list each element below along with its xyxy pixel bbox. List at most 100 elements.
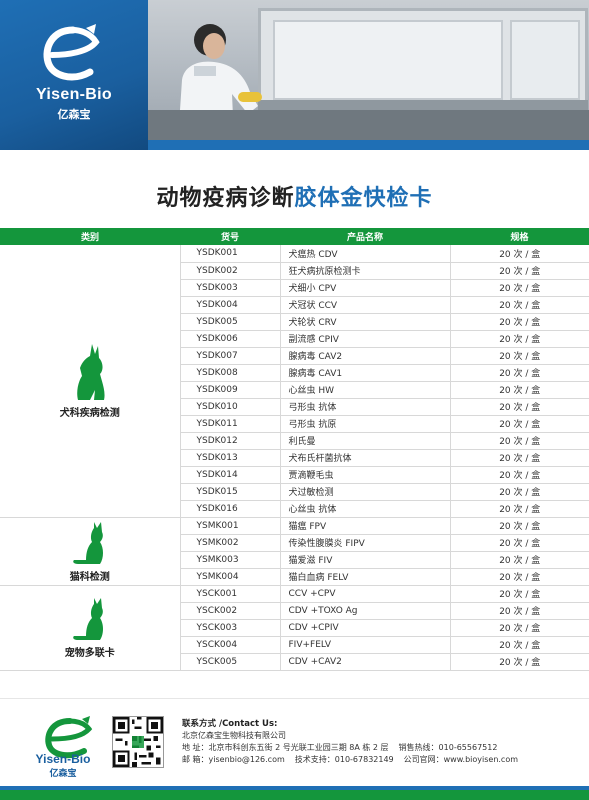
product-code: YSDK016 — [180, 500, 280, 518]
header-code: 货号 — [180, 228, 280, 245]
product-code: YSMK003 — [180, 551, 280, 569]
product-name: 犬细小 CPV — [279, 279, 450, 297]
yisen-logo-icon — [43, 24, 100, 81]
product-name: 猫白血病 FELV — [279, 568, 450, 586]
product-name: 腺病毒 CAV2 — [279, 347, 450, 365]
product-code: YSCK004 — [180, 636, 280, 654]
product-code: YSDK007 — [180, 347, 280, 365]
product-spec: 20 次 / 盒 — [449, 534, 589, 552]
bottom-accent-green — [0, 790, 589, 800]
address-label: 地 址： — [182, 743, 209, 752]
product-name: 心丝虫 抗体 — [279, 500, 450, 518]
table-header-row: 类别 货号 产品名称 规格 — [0, 228, 589, 245]
product-code: YSDK006 — [180, 330, 280, 348]
product-name: 腺病毒 CAV1 — [279, 364, 450, 382]
header: Yisen-Bio 亿森宝 — [0, 0, 589, 150]
cat-icon — [0, 520, 180, 566]
sales-label: 销售热线： — [398, 743, 439, 752]
category-label: 猫科检测 — [69, 571, 110, 583]
product-name: 弓形虫 抗原 — [279, 415, 450, 433]
category-cell: 犬科疾病检测 — [0, 245, 181, 518]
product-code: YSDK012 — [180, 432, 280, 450]
product-spec: 20 次 / 盒 — [449, 313, 589, 331]
website-label: 公司官网： — [403, 755, 444, 764]
support-value: 010-67832149 — [334, 755, 394, 764]
product-name: 犬冠状 CCV — [279, 296, 450, 314]
product-code: YSDK005 — [180, 313, 280, 331]
product-code: YSMK002 — [180, 534, 280, 552]
product-code: YSMK001 — [180, 517, 280, 535]
product-code: YSDK011 — [180, 415, 280, 433]
sales-value: 010-65567512 — [438, 743, 498, 752]
product-spec: 20 次 / 盒 — [449, 364, 589, 382]
product-spec: 20 次 / 盒 — [449, 296, 589, 314]
category-label: 犬科疾病检测 — [59, 408, 120, 420]
header-category: 类别 — [0, 228, 180, 245]
product-name: 猫爱滋 FIV — [279, 551, 450, 569]
product-code: YSDK001 — [180, 245, 280, 263]
product-spec: 20 次 / 盒 — [449, 500, 589, 518]
product-spec: 20 次 / 盒 — [449, 347, 589, 365]
product-name: 弓形虫 抗体 — [279, 398, 450, 416]
footer-divider — [0, 698, 589, 699]
table-row: 犬科疾病检测 YSDK001 犬瘟热 CDV 20 次 / 盒 — [0, 245, 589, 518]
category-cell: 猫科检测 — [0, 517, 181, 586]
product-code: YSDK015 — [180, 483, 280, 501]
brand-name-en: Yisen-Bio — [36, 86, 112, 103]
title-part2: 胶体金快检卡 — [294, 186, 433, 211]
product-spec: 20 次 / 盒 — [449, 568, 589, 586]
product-spec: 20 次 / 盒 — [449, 483, 589, 501]
product-spec: 20 次 / 盒 — [449, 653, 589, 671]
email-label: 邮 箱： — [182, 755, 209, 764]
product-code: YSDK002 — [180, 262, 280, 280]
website-value[interactable]: www.bioyisen.com — [444, 755, 518, 764]
product-name: CCV +CPV — [279, 585, 450, 603]
address-value: 北京市科创东五街 2 号光联工业园三期 8A 栋 2 层 — [208, 743, 389, 752]
product-name: 犬过敏检测 — [279, 483, 450, 501]
contact-title: 联系方式 /Contact Us: — [182, 719, 278, 729]
category-cell: 宠物多联卡 — [0, 585, 181, 671]
product-code: YSDK008 — [180, 364, 280, 382]
product-name: 传染性腹膜炎 FIPV — [279, 534, 450, 552]
product-code: YSDK009 — [180, 381, 280, 399]
lab-photo — [148, 0, 589, 140]
product-spec: 20 次 / 盒 — [449, 245, 589, 263]
product-name: CDV +CAV2 — [279, 653, 450, 671]
footer-brand-name-en: Yisen-Bio — [35, 752, 91, 766]
dog-icon — [0, 342, 180, 402]
email-value[interactable]: yisenbio@126.com — [209, 755, 285, 764]
company-name: 北京亿森宝生物科技有限公司 — [182, 731, 286, 740]
header-spec: 规格 — [450, 228, 589, 245]
product-code: YSDK003 — [180, 279, 280, 297]
product-code: YSMK004 — [180, 568, 280, 586]
product-spec: 20 次 / 盒 — [449, 449, 589, 467]
header-name: 产品名称 — [280, 228, 450, 245]
product-code: YSCK005 — [180, 653, 280, 671]
product-spec: 20 次 / 盒 — [449, 517, 589, 535]
footer-brand-name-cn: 亿森宝 — [49, 769, 77, 779]
category-label: 宠物多联卡 — [64, 648, 115, 659]
product-spec: 20 次 / 盒 — [449, 432, 589, 450]
email-row: 邮 箱：yisenbio@126.com 技术支持：010-67832149 公司官… — [182, 754, 582, 766]
product-name: 犬布氏杆菌抗体 — [279, 449, 450, 467]
logo-panel: Yisen-Bio 亿森宝 — [0, 0, 148, 150]
product-spec: 20 次 / 盒 — [449, 466, 589, 484]
product-spec: 20 次 / 盒 — [449, 262, 589, 280]
product-code: YSDK004 — [180, 296, 280, 314]
product-spec: 20 次 / 盒 — [449, 619, 589, 637]
product-code: YSDK013 — [180, 449, 280, 467]
table-row: 猫科检测 YSMK001 猫瘟 FPV 20 次 / 盒 — [0, 517, 589, 586]
product-name: 贾滴鞭毛虫 — [279, 466, 450, 484]
product-code: YSCK001 — [180, 585, 280, 603]
title-part1: 动物疫病诊断 — [156, 186, 295, 211]
product-name: CDV +TOXO Ag — [279, 602, 450, 620]
product-spec: 20 次 / 盒 — [449, 602, 589, 620]
brand-name-cn: 亿森宝 — [57, 108, 91, 121]
product-spec: 20 次 / 盒 — [449, 330, 589, 348]
product-code: YSDK010 — [180, 398, 280, 416]
product-spec: 20 次 / 盒 — [449, 636, 589, 654]
contact-block: 联系方式 /Contact Us: 北京亿森宝生物科技有限公司 地 址：北京市科… — [182, 718, 582, 766]
product-spec: 20 次 / 盒 — [449, 398, 589, 416]
cat-icon — [0, 596, 180, 642]
address-row: 地 址：北京市科创东五街 2 号光联工业园三期 8A 栋 2 层销售热线：010… — [182, 742, 582, 754]
